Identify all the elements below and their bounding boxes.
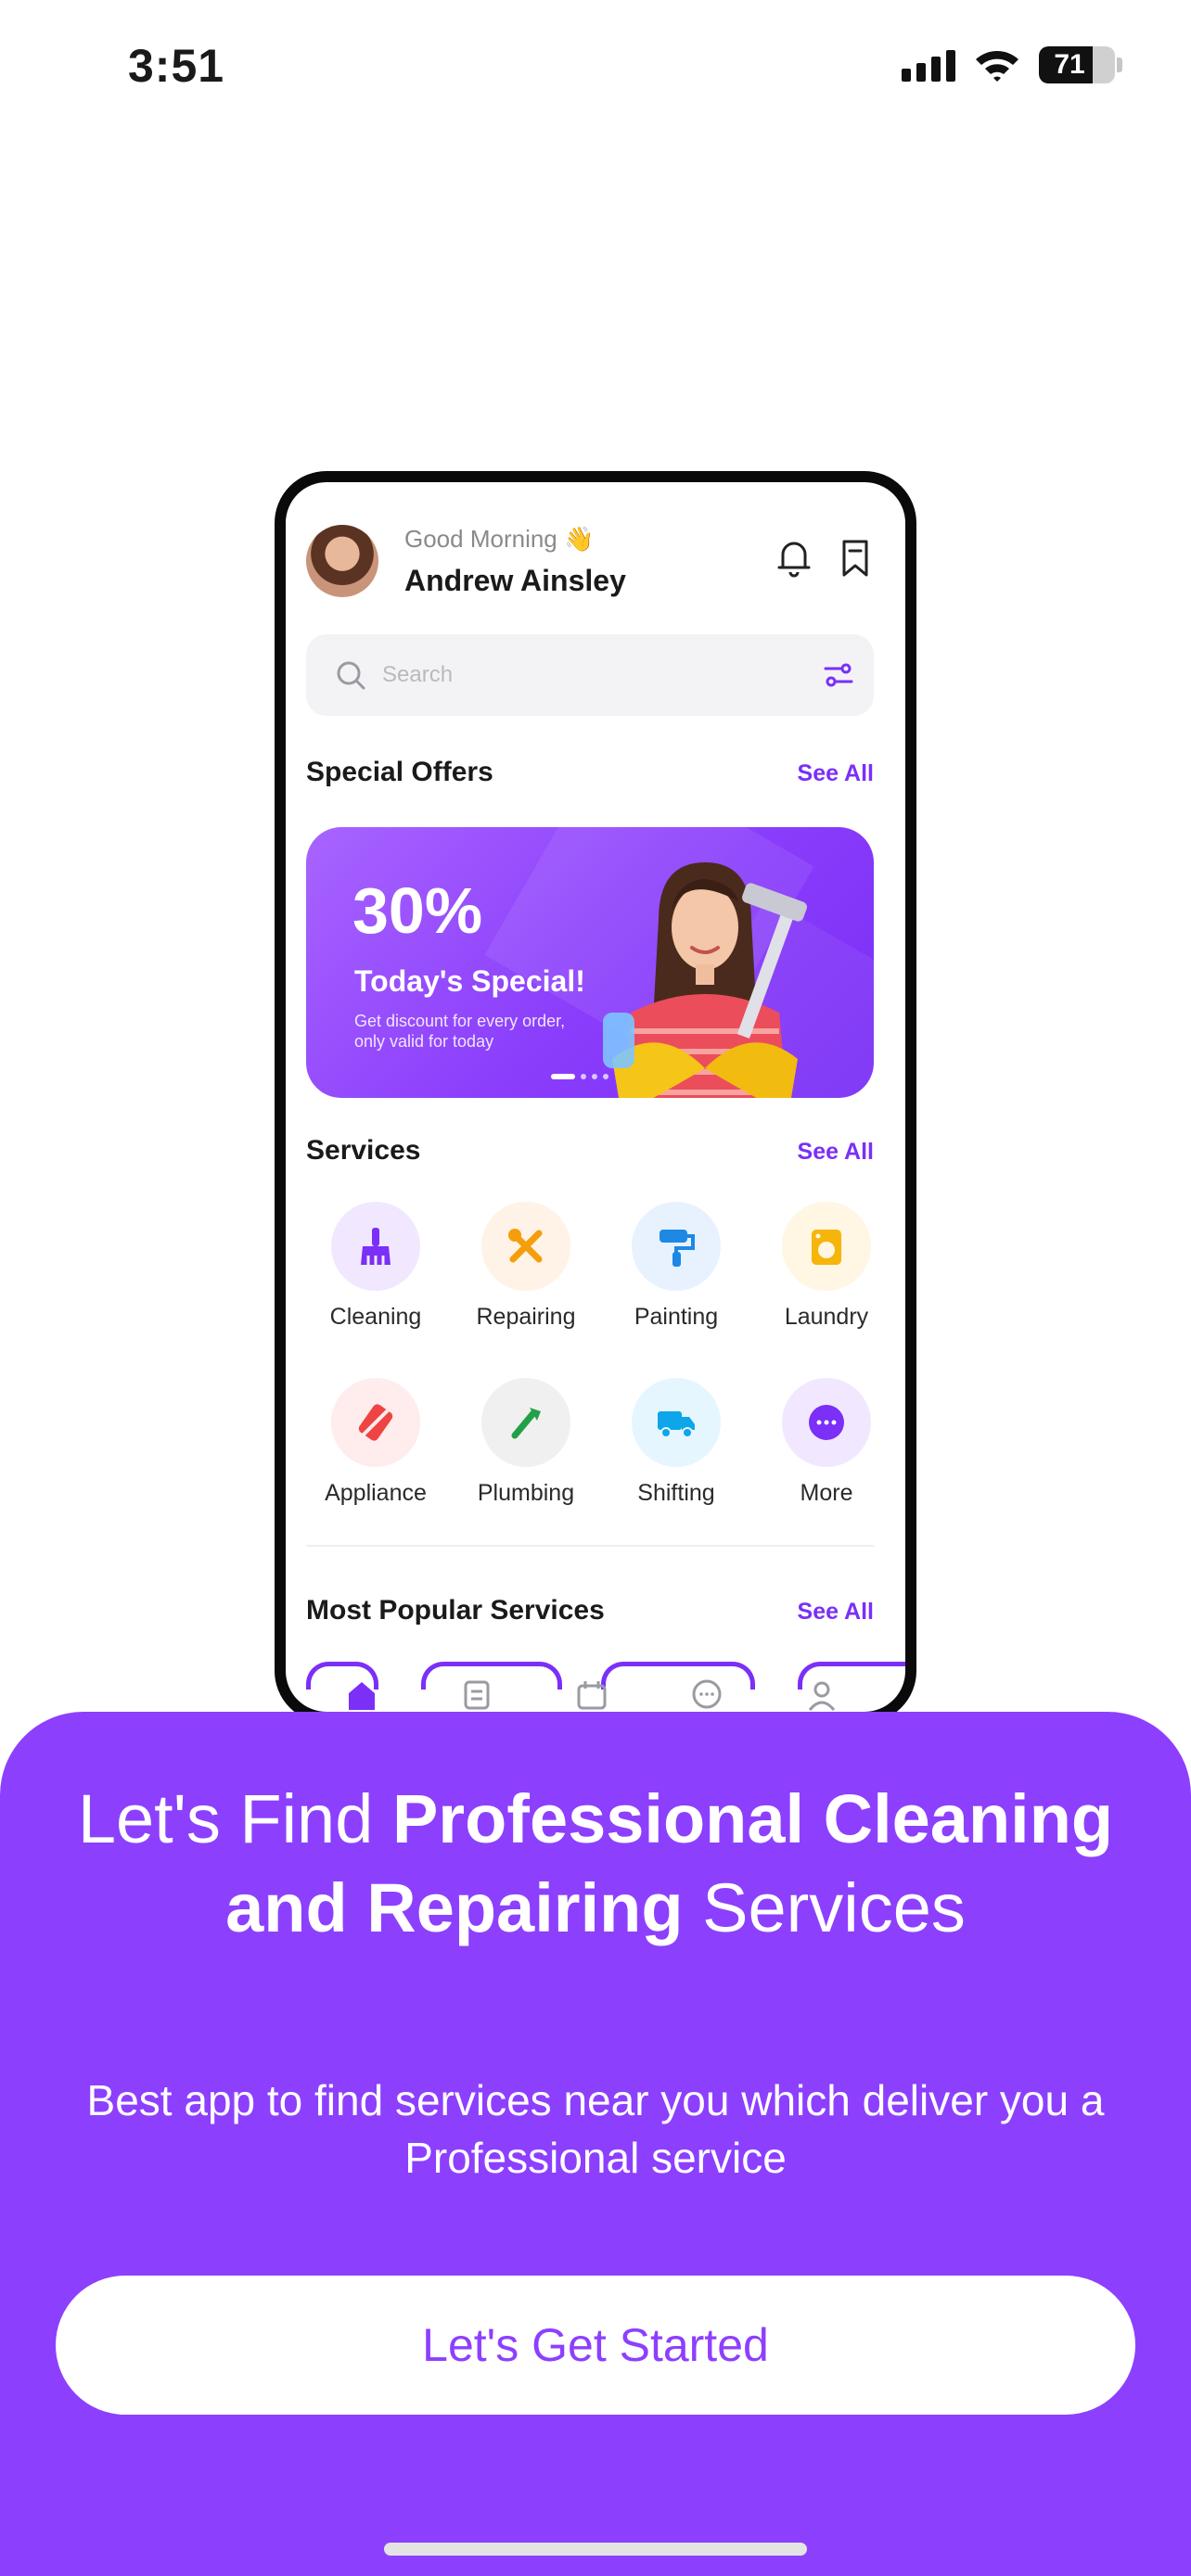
bookmark-icon [842, 540, 868, 577]
status-time: 3:51 [128, 40, 225, 92]
search-placeholder: Search [382, 662, 454, 687]
broom-icon [331, 1202, 420, 1291]
headline-part: Let's Find [77, 1780, 392, 1857]
greeting-text: Good Morning 👋 [404, 525, 595, 553]
service-more: More [757, 1378, 896, 1507]
headline-part: Services [683, 1869, 966, 1946]
offer-description: Get discount for every order, only valid… [354, 1012, 566, 1051]
search-icon [337, 661, 365, 690]
service-painting: Painting [607, 1202, 746, 1331]
popular-services-see-all: See All [797, 1599, 874, 1625]
offer-banner: 30% Today's Special! Get discount for ev… [306, 827, 874, 1098]
bookings-icon [464, 1680, 490, 1710]
special-offers-title: Special Offers [306, 757, 493, 787]
service-label: Painting [634, 1304, 719, 1330]
service-label: Cleaning [329, 1304, 422, 1330]
cleaner-woman-illustration [603, 862, 807, 1098]
service-repairing: Repairing [456, 1202, 596, 1331]
special-offers-see-all: See All [797, 760, 874, 786]
truck-icon [632, 1378, 721, 1467]
get-started-button[interactable]: Let's Get Started [56, 2276, 1135, 2415]
service-label: Repairing [476, 1304, 576, 1330]
offer-title: Today's Special! [354, 964, 585, 998]
chat-icon [692, 1679, 722, 1709]
service-label: Laundry [784, 1304, 869, 1330]
popular-services-title: Most Popular Services [306, 1595, 605, 1626]
service-laundry: Laundry [757, 1202, 896, 1331]
bell-icon [777, 542, 811, 578]
wifi-icon [976, 51, 1018, 82]
user-name: Andrew Ainsley [404, 564, 626, 597]
calendar-icon [577, 1681, 607, 1710]
services-title: Services [306, 1135, 421, 1166]
service-cleaning: Cleaning [306, 1202, 445, 1331]
offer-percent: 30% [352, 874, 483, 947]
onboarding-subtext: Best app to find services near you which… [86, 2076, 1105, 2182]
search-bar: Search [306, 634, 874, 716]
service-appliance: Appliance [306, 1378, 445, 1507]
washing-machine-icon [782, 1202, 871, 1291]
filter-icon [824, 663, 853, 687]
signal-icon [902, 48, 955, 82]
service-label: Appliance [325, 1480, 427, 1506]
service-label: Shifting [637, 1480, 715, 1506]
onboarding-headline: Let's Find Professional Cleaning and Rep… [56, 1775, 1135, 1953]
home-indicator[interactable] [384, 2543, 807, 2556]
section-divider [306, 1545, 874, 1547]
home-icon [349, 1682, 375, 1710]
service-label: More [800, 1480, 853, 1506]
avatar [306, 525, 378, 597]
onboarding-sheet: Let's Find Professional Cleaning and Rep… [0, 1712, 1191, 2576]
onboarding-screen: 3:51 71 Good Morning 👋 Andrew Ainsley Se… [0, 0, 1191, 2576]
battery-tip [1117, 57, 1122, 72]
app-preview-mockup: Good Morning 👋 Andrew Ainsley Search Spe… [275, 471, 916, 1723]
paint-roller-icon [632, 1202, 721, 1291]
battery-level: 71 [1054, 49, 1085, 80]
tools-icon [481, 1202, 570, 1291]
service-shifting: Shifting [607, 1378, 746, 1507]
services-see-all: See All [797, 1139, 874, 1165]
appliance-icon [331, 1378, 420, 1467]
battery-icon: 71 [1039, 46, 1115, 83]
service-plumbing: Plumbing [456, 1378, 596, 1507]
wrench-icon [481, 1378, 570, 1467]
profile-icon [808, 1681, 836, 1711]
service-label: Plumbing [477, 1480, 575, 1506]
more-icon [782, 1378, 871, 1467]
carousel-dots [551, 1074, 608, 1079]
bottom-tab-bar [286, 1678, 905, 1712]
